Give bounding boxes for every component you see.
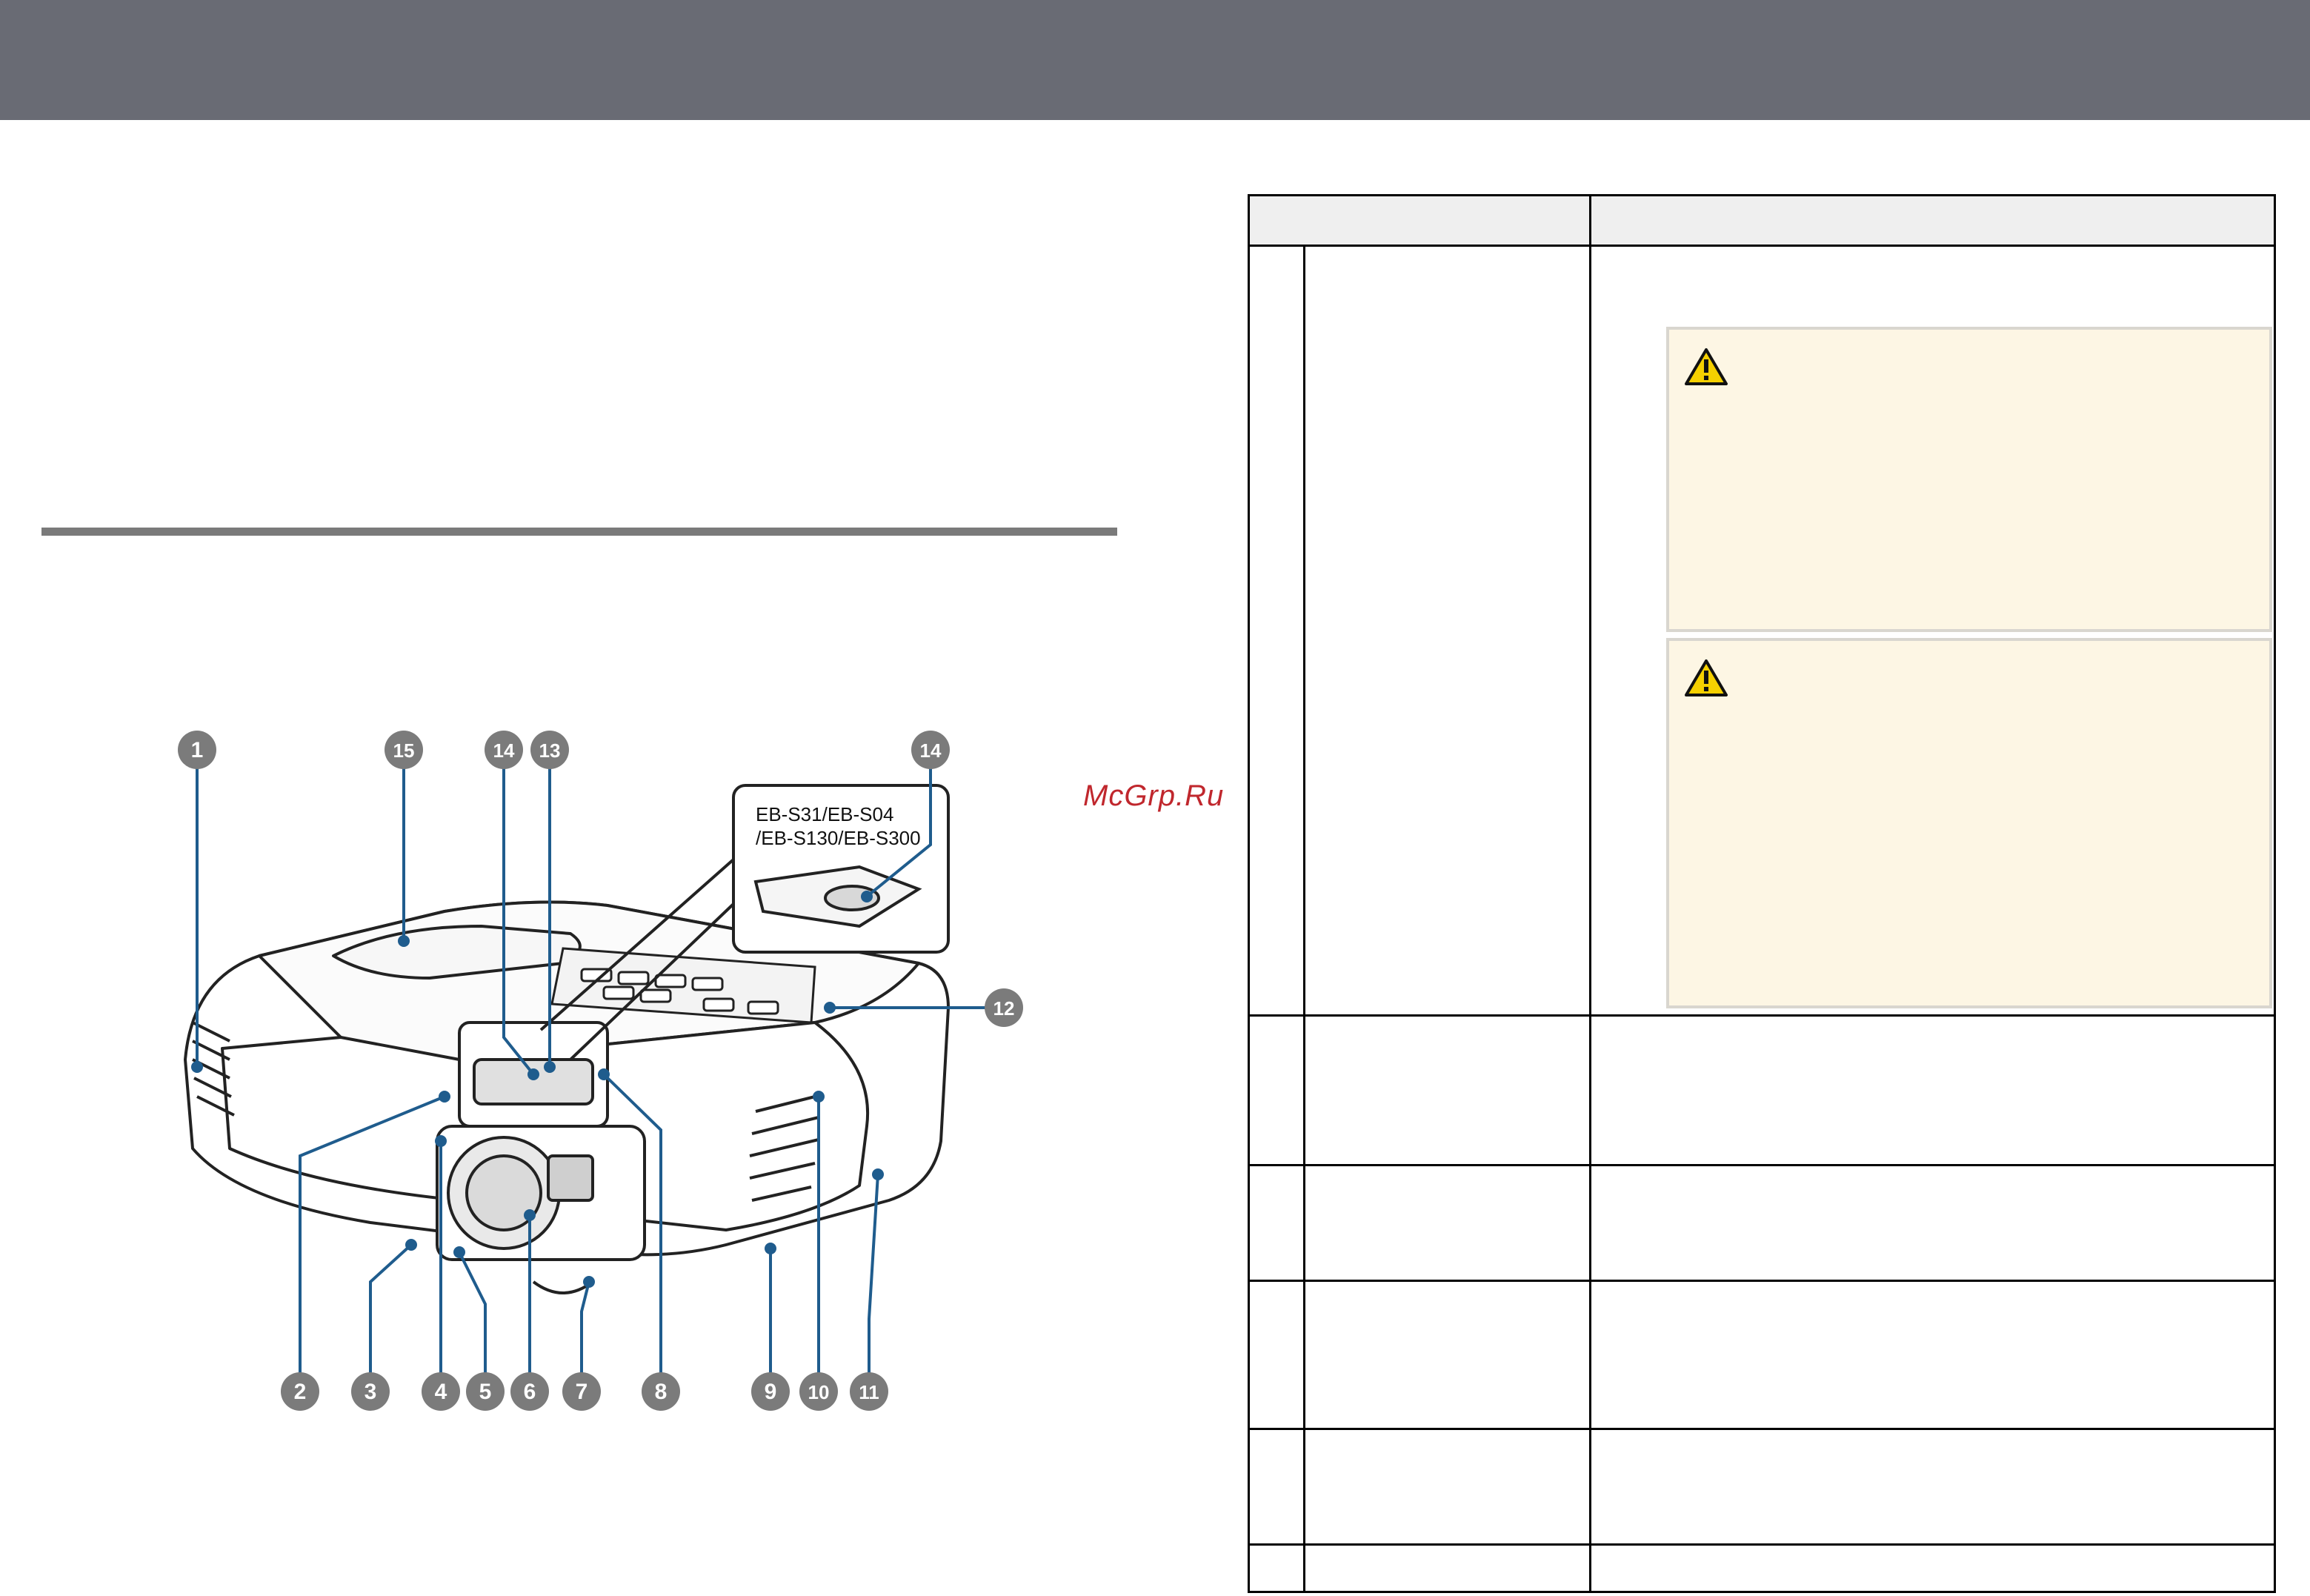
parts-table <box>1248 194 2276 1593</box>
callout-5: 5 <box>466 1372 505 1411</box>
svg-text:9: 9 <box>765 1380 777 1404</box>
table-header-row <box>1250 196 2274 247</box>
callout-7: 7 <box>562 1372 601 1411</box>
callout-1: 1 <box>178 731 216 769</box>
svg-text:3: 3 <box>365 1380 377 1404</box>
table-row-divider <box>1250 1280 2274 1282</box>
table-row-divider <box>1250 1014 2274 1017</box>
svg-text:7: 7 <box>576 1380 588 1404</box>
column-divider <box>1589 196 1591 1591</box>
svg-text:14: 14 <box>920 739 942 762</box>
watermark-text: McGrp.Ru <box>1083 779 1225 812</box>
projector-figure: EB-S31/EB-S04 /EB-S130/EB-S300 1 15 14 1… <box>148 711 1045 1430</box>
svg-text:8: 8 <box>655 1380 668 1404</box>
svg-text:6: 6 <box>524 1380 536 1404</box>
svg-text:13: 13 <box>539 739 561 762</box>
callout-9: 9 <box>751 1372 790 1411</box>
svg-text:4: 4 <box>435 1380 447 1404</box>
callout-13: 13 <box>530 731 569 769</box>
callout-11: 11 <box>850 1372 888 1411</box>
svg-text:1: 1 <box>191 738 204 762</box>
svg-text:12: 12 <box>993 997 1015 1020</box>
callout-14b: 14 <box>911 731 950 769</box>
callout-14: 14 <box>485 731 523 769</box>
page-header-bar <box>0 0 2310 120</box>
caution-box <box>1666 638 2272 1008</box>
inset-label-2: /EB-S130/EB-S300 <box>756 827 921 849</box>
svg-text:11: 11 <box>859 1381 879 1403</box>
callout-2: 2 <box>281 1372 319 1411</box>
section-divider <box>41 528 1117 536</box>
leader-3 <box>369 1243 413 1386</box>
callout-15: 15 <box>385 731 423 769</box>
svg-text:14: 14 <box>493 739 515 762</box>
callout-12: 12 <box>985 988 1023 1027</box>
callout-10: 10 <box>799 1372 838 1411</box>
svg-text:10: 10 <box>808 1381 830 1403</box>
inset-label-1: EB-S31/EB-S04 <box>756 803 893 825</box>
remote-receiver <box>547 1154 594 1202</box>
table-row-divider <box>1250 1428 2274 1430</box>
table-row-divider <box>1250 1543 2274 1546</box>
warning-icon <box>1685 659 1728 696</box>
warning-icon <box>1685 348 1728 385</box>
leader-7 <box>580 1281 590 1386</box>
number-column-divider <box>1303 247 1305 1591</box>
callout-8: 8 <box>642 1372 680 1411</box>
callout-6: 6 <box>510 1372 549 1411</box>
projector-diagram: EB-S31/EB-S04 /EB-S130/EB-S300 1 15 14 1… <box>178 731 1023 1411</box>
svg-text:2: 2 <box>294 1380 307 1404</box>
caution-box <box>1666 327 2272 632</box>
callout-4: 4 <box>422 1372 460 1411</box>
table-row-divider <box>1250 1164 2274 1166</box>
callout-3: 3 <box>351 1372 390 1411</box>
svg-text:15: 15 <box>393 739 415 762</box>
svg-text:5: 5 <box>479 1380 492 1404</box>
leader-5 <box>458 1251 487 1386</box>
